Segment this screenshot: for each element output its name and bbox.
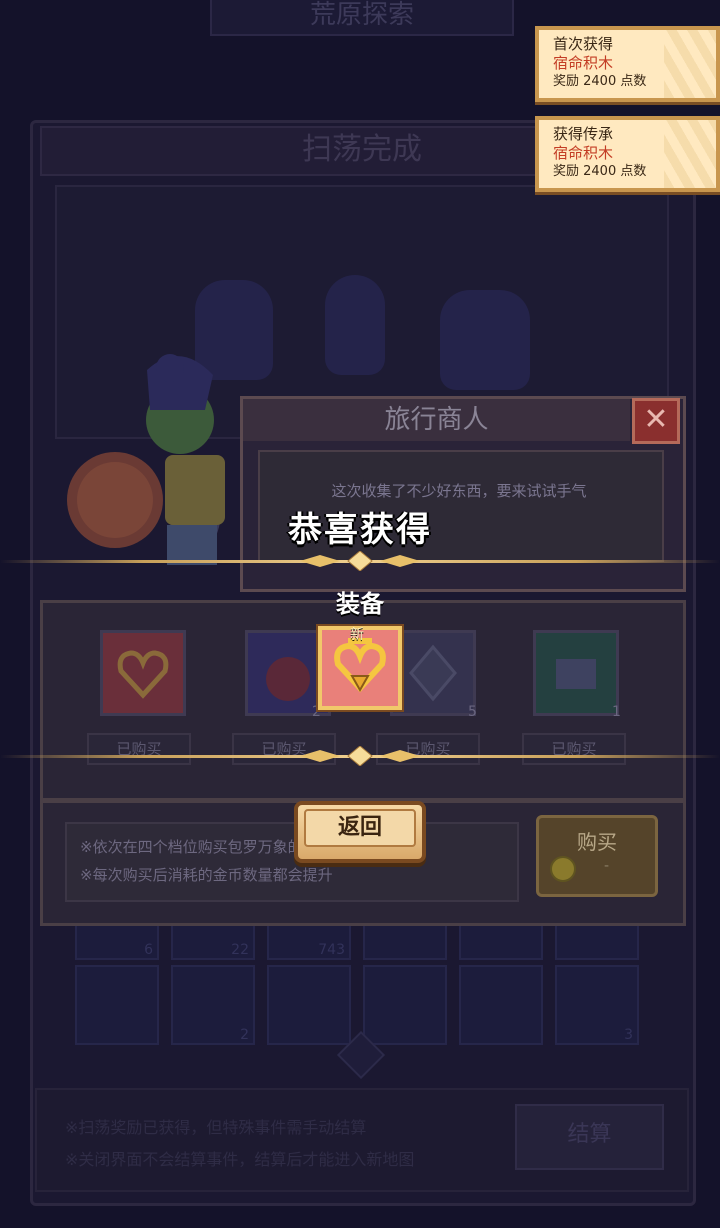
chest-icon[interactable] — [533, 630, 619, 716]
slot-count: 3 — [624, 1027, 633, 1043]
explore-title: 荒原探索 — [210, 0, 514, 36]
ornament-icon — [300, 746, 420, 766]
slot-count: 743 — [318, 942, 345, 958]
achievement-toast: 获得传承 宿命积木 奖励 2400 点数 — [535, 116, 720, 192]
item-count: 5 — [468, 704, 477, 720]
toast-reward: 奖励 2400 点数 — [553, 74, 647, 89]
inventory-slot[interactable] — [75, 965, 159, 1045]
ornament-icon — [300, 551, 420, 571]
coin-icon — [550, 856, 576, 882]
inventory-slot[interactable] — [459, 965, 543, 1045]
close-icon[interactable]: ✕ — [632, 398, 680, 444]
shop-info-box — [65, 822, 519, 902]
chest-icon — [556, 659, 596, 689]
inventory-slot[interactable] — [267, 965, 351, 1045]
inventory-slot[interactable]: 3 — [555, 965, 639, 1045]
buy-price: - — [604, 858, 610, 874]
buy-label: 购买 — [577, 830, 617, 854]
reward-category: 装备 — [336, 590, 384, 618]
toast-item: 宿命积木 — [553, 54, 614, 72]
new-badge: 新 — [350, 627, 364, 643]
bought-status: 已购买 — [87, 733, 191, 765]
toast-item: 宿命积木 — [553, 144, 614, 162]
slot-count: 2 — [240, 1027, 249, 1043]
hero-silhouette — [440, 290, 530, 390]
congrats-title: 恭喜获得 — [288, 510, 432, 550]
merchant-speech: 这次收集了不少好东西，要来试试手气 — [331, 482, 587, 500]
goblin-merchant-sprite — [67, 354, 225, 565]
inventory-slot[interactable] — [363, 965, 447, 1045]
bought-status: 已购买 — [522, 733, 626, 765]
hero-silhouette — [325, 275, 385, 375]
achievement-toast: 首次获得 宿命积木 奖励 2400 点数 — [535, 26, 720, 102]
heart-amulet-icon[interactable] — [100, 630, 186, 716]
return-button-label[interactable]: 返回 — [304, 809, 416, 847]
gem-icon[interactable] — [390, 630, 476, 716]
inventory-slot[interactable]: 2 — [171, 965, 255, 1045]
item-count: 1 — [612, 704, 621, 720]
slot-count: 6 — [144, 942, 153, 958]
toast-title: 首次获得 — [553, 35, 614, 53]
gem-icon — [409, 644, 457, 702]
toast-reward: 奖励 2400 点数 — [553, 164, 647, 179]
heart-amulet-icon — [117, 650, 169, 699]
shop-info-line: ※每次购买后消耗的金币数量都会提升 — [80, 866, 333, 884]
apple-icon — [266, 657, 310, 701]
settle-button[interactable]: 结算 — [515, 1104, 664, 1170]
footer-note: ※扫荡奖励已获得，但特殊事件需手动结算 — [65, 1118, 367, 1137]
footer-note: ※关闭界面不会结算事件，结算后才能进入新地图 — [65, 1150, 415, 1169]
merchant-title: 旅行商人 — [243, 399, 630, 441]
toast-title: 获得传承 — [553, 125, 614, 143]
slot-count: 22 — [231, 942, 249, 958]
